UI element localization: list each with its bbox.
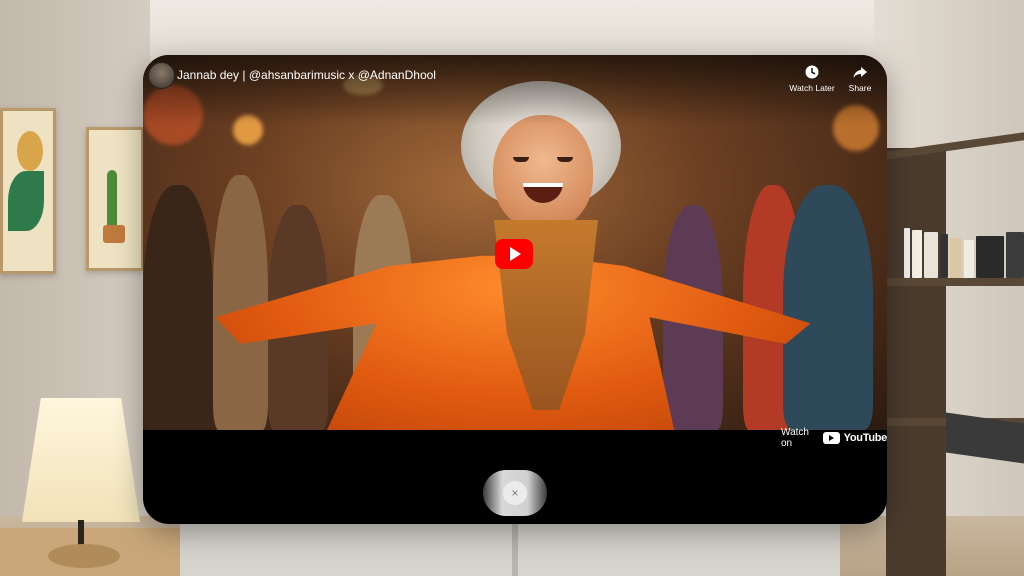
dancer-face bbox=[493, 115, 593, 230]
wall-art-left bbox=[0, 108, 56, 274]
share-button[interactable]: Share bbox=[843, 64, 877, 93]
wall-art-right bbox=[86, 127, 144, 271]
close-icon: × bbox=[503, 481, 527, 505]
play-icon bbox=[510, 247, 521, 261]
lamp-base bbox=[48, 544, 120, 568]
channel-avatar[interactable] bbox=[148, 62, 175, 89]
sofa bbox=[180, 524, 840, 576]
clock-icon bbox=[805, 65, 819, 79]
youtube-wordmark: YouTube bbox=[843, 432, 887, 444]
play-button[interactable] bbox=[495, 239, 533, 269]
video-window: Jannab dey | @ahsanbarimusic x @AdnanDho… bbox=[143, 55, 887, 524]
share-icon bbox=[853, 67, 867, 78]
watch-later-label: Watch Later bbox=[789, 83, 835, 93]
youtube-logo-icon bbox=[823, 432, 840, 444]
lamp-shade bbox=[22, 398, 140, 522]
close-button[interactable]: × bbox=[483, 470, 547, 516]
watch-on-label: Watch on bbox=[781, 427, 809, 449]
video-header: Jannab dey | @ahsanbarimusic x @AdnanDho… bbox=[143, 55, 887, 95]
video-player[interactable]: Jannab dey | @ahsanbarimusic x @AdnanDho… bbox=[143, 55, 887, 430]
ceiling bbox=[0, 0, 1024, 60]
bookshelf bbox=[886, 118, 1024, 576]
sofa-seam bbox=[512, 524, 518, 576]
watch-on-youtube-link[interactable]: Watch on YouTube bbox=[781, 427, 887, 449]
watch-later-button[interactable]: Watch Later bbox=[783, 64, 841, 93]
video-title[interactable]: Jannab dey | @ahsanbarimusic x @AdnanDho… bbox=[177, 68, 436, 82]
share-label: Share bbox=[848, 83, 872, 93]
